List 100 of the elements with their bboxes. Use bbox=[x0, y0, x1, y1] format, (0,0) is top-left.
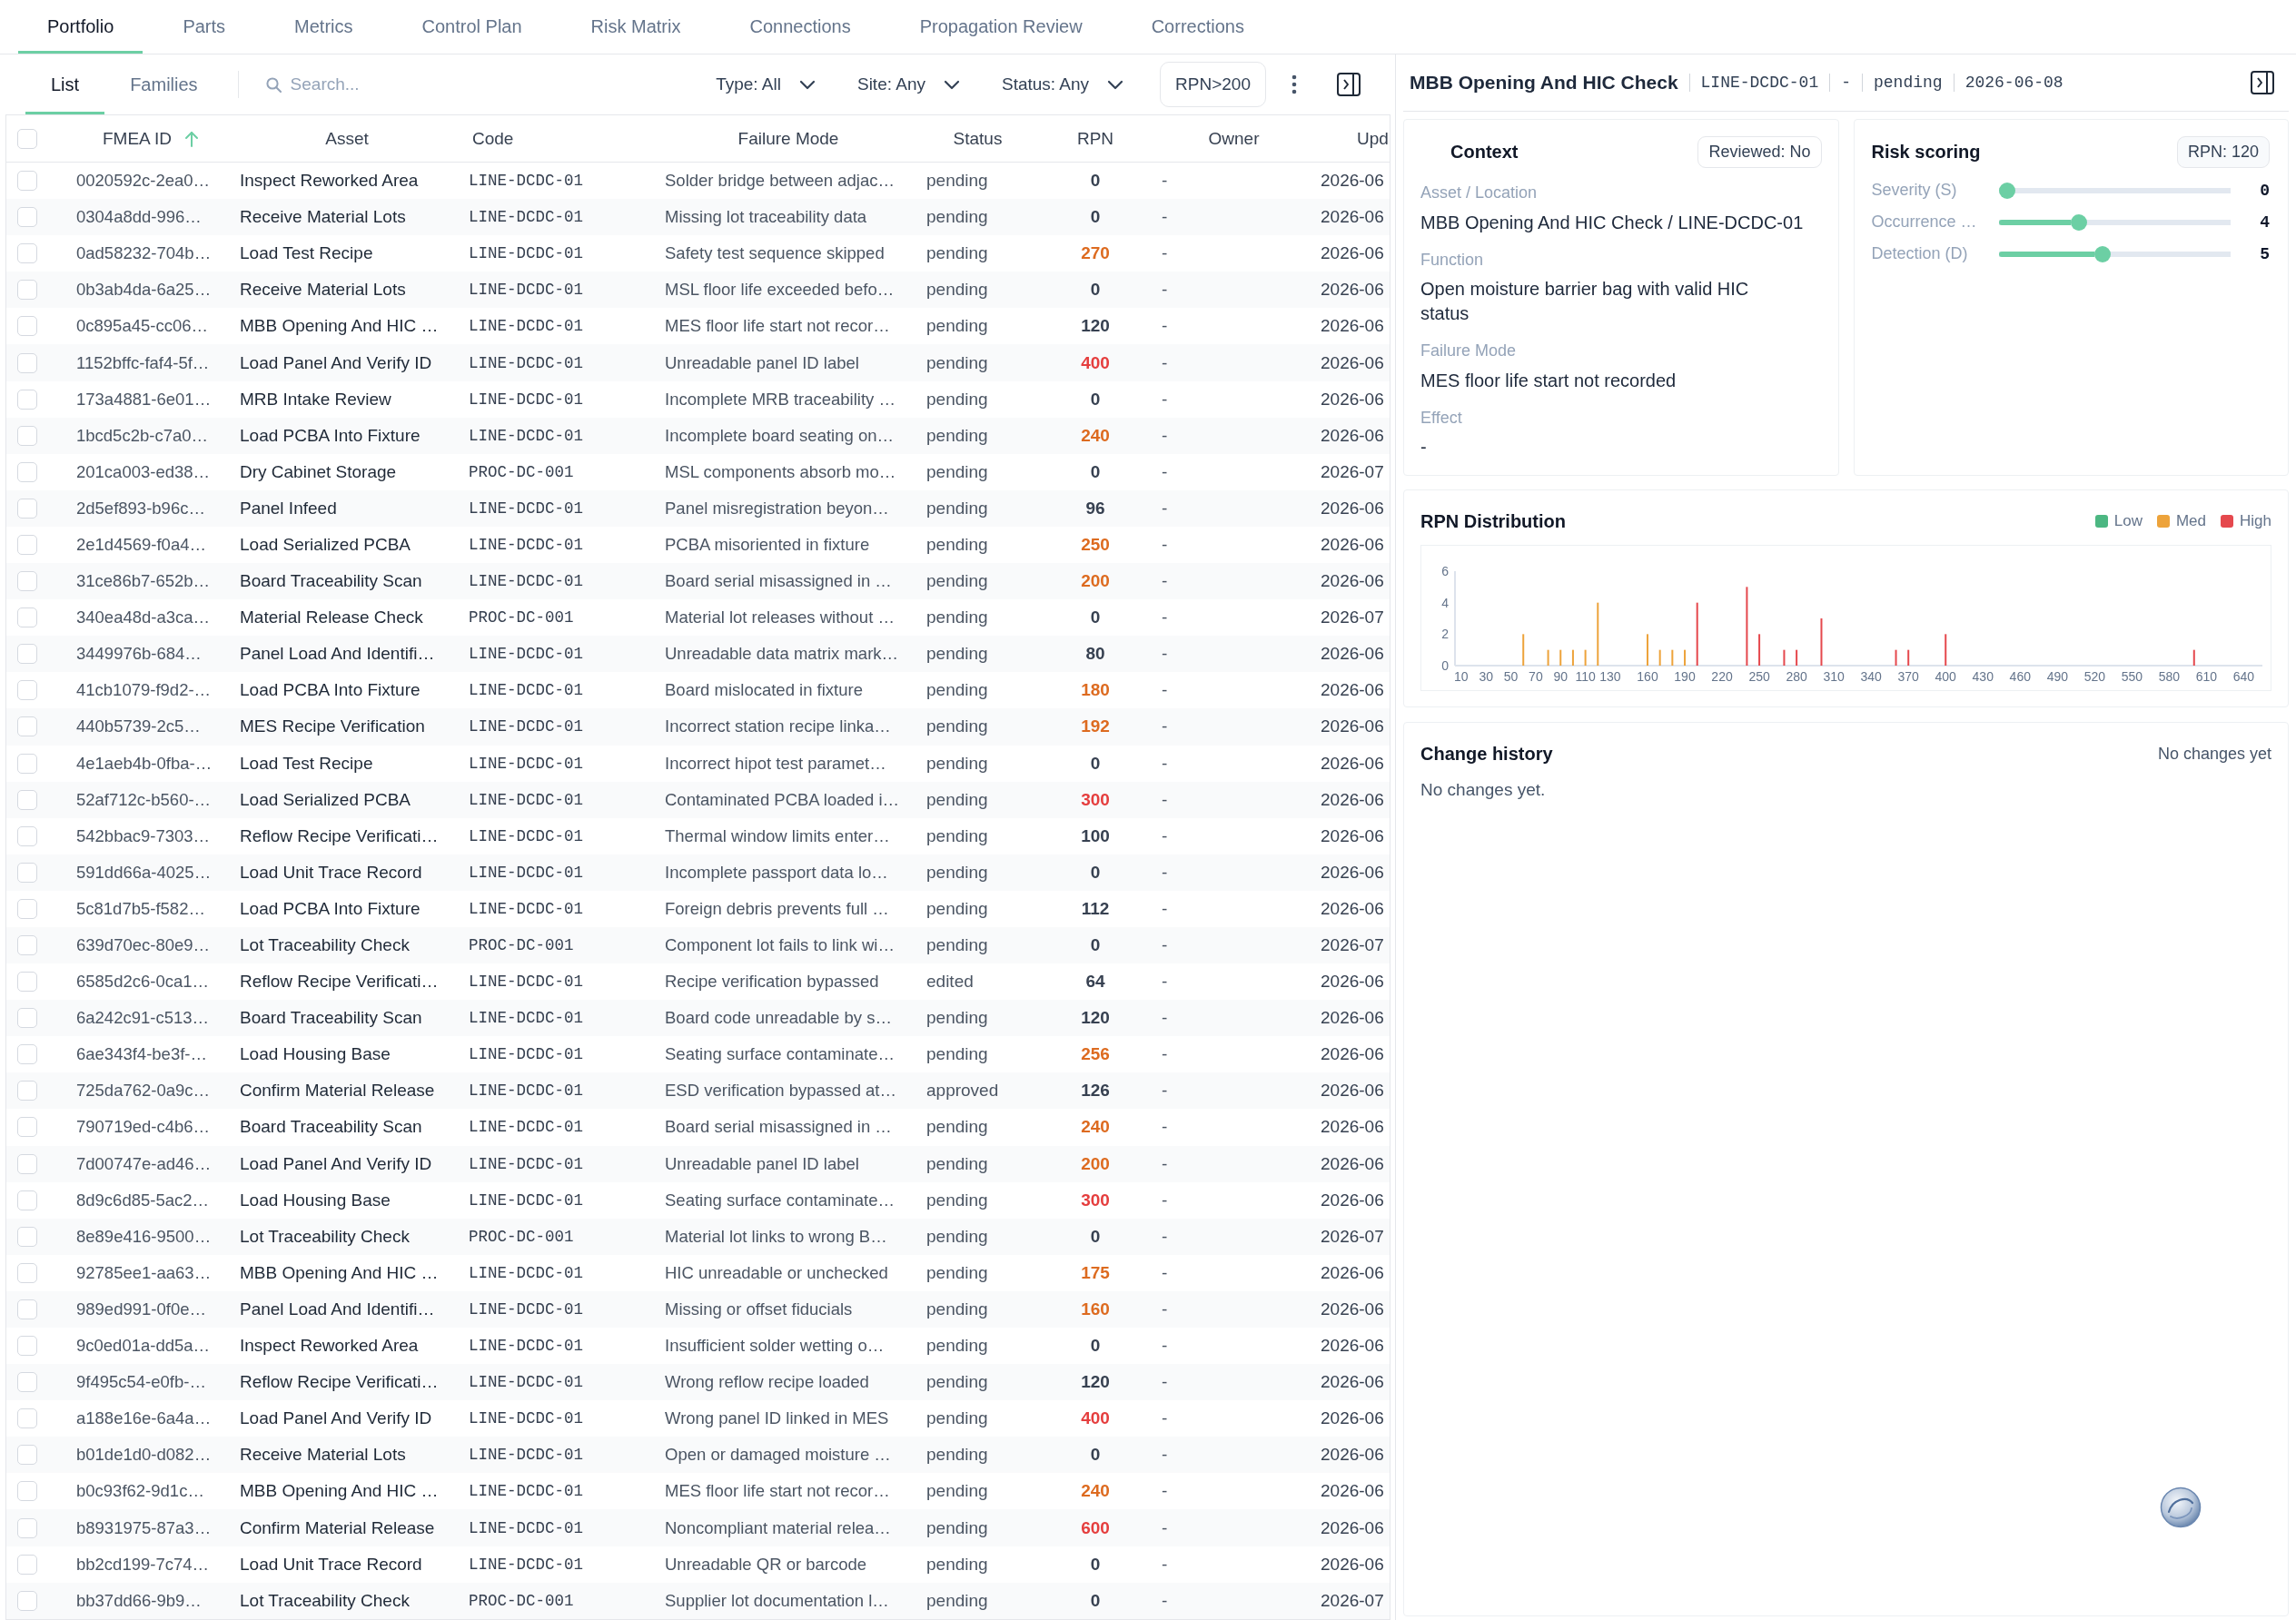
nav-tab[interactable]: Metrics bbox=[265, 0, 382, 54]
row-checkbox[interactable] bbox=[17, 461, 37, 482]
row-checkbox[interactable] bbox=[17, 207, 37, 228]
row-checkbox[interactable] bbox=[17, 972, 37, 993]
table-row[interactable]: b8931975-87a3… Confirm Material Release LINE-DCDC-01 Noncompliant material relea… pending 600 - 2026-06 bbox=[6, 1509, 1390, 1546]
row-checkbox[interactable] bbox=[17, 608, 37, 628]
table-row[interactable]: 0c895a45-cc06… MBB Opening And HIC … LINE-DCDC-01 MES floor life start not recor… pending 120 - 2026-06 bbox=[6, 308, 1390, 345]
row-checkbox[interactable] bbox=[17, 1044, 37, 1065]
table-row[interactable]: 4e1aeb4b-0fba-… Load Test Recipe LINE-DCDC-01 Incorrect hipot test paramet… pending 0 - 2026-06 bbox=[6, 745, 1390, 782]
column-header[interactable]: Upd bbox=[1357, 128, 1389, 149]
row-checkbox[interactable] bbox=[17, 1408, 37, 1429]
row-checkbox[interactable] bbox=[17, 898, 37, 919]
panel-toggle-icon[interactable] bbox=[2251, 71, 2274, 94]
table-row[interactable]: 0ad58232-704b… Load Test Recipe LINE-DCDC-01 Safety test sequence skipped pending 270 - 2026-06 bbox=[6, 235, 1390, 272]
row-checkbox[interactable] bbox=[17, 1008, 37, 1029]
row-checkbox[interactable] bbox=[17, 1590, 37, 1611]
nav-tab[interactable]: Risk Matrix bbox=[561, 0, 710, 54]
table-row[interactable]: 1152bffc-faf4-5f… Load Panel And Verify ID LINE-DCDC-01 Unreadable panel ID label pending 400 - 2026-06 bbox=[6, 344, 1390, 381]
row-checkbox[interactable] bbox=[17, 1481, 37, 1502]
table-row[interactable]: 41cb1079-f9d2-… Load PCBA Into Fixture LINE-DCDC-01 Board mislocated in fixture pending 180 - 2026-06 bbox=[6, 672, 1390, 709]
row-checkbox[interactable] bbox=[17, 753, 37, 774]
table-row[interactable]: b01de1d0-d082… Receive Material Lots LINE-DCDC-01 Open or damaged moisture … pending 0 - 2026-06 bbox=[6, 1437, 1390, 1474]
row-checkbox[interactable] bbox=[17, 571, 37, 592]
column-header[interactable]: Code bbox=[472, 128, 514, 149]
row-checkbox[interactable] bbox=[17, 644, 37, 665]
table-row[interactable]: 7d00747e-ad46… Load Panel And Verify ID LINE-DCDC-01 Unreadable panel ID label pending 200 - 2026-06 bbox=[6, 1145, 1390, 1182]
row-checkbox[interactable] bbox=[17, 280, 37, 301]
nav-tab[interactable]: Propagation Review bbox=[890, 0, 1112, 54]
row-checkbox[interactable] bbox=[17, 352, 37, 373]
nav-tab[interactable]: Connections bbox=[720, 0, 880, 54]
filter-dropdown[interactable]: Site: Any bbox=[851, 67, 965, 102]
more-options-icon[interactable] bbox=[1292, 74, 1297, 94]
row-checkbox[interactable] bbox=[17, 316, 37, 337]
row-checkbox[interactable] bbox=[17, 680, 37, 701]
table-row[interactable]: 790719ed-c4b6… Board Traceability Scan LINE-DCDC-01 Board serial misassigned in … pending 240 - 2026-06 bbox=[6, 1109, 1390, 1146]
table-row[interactable]: 201ca003-ed38… Dry Cabinet Storage PROC-DC-001 MSL components absorb mo… pending 0 - 2026-07 bbox=[6, 453, 1390, 490]
row-checkbox[interactable] bbox=[17, 1262, 37, 1283]
table-row[interactable]: 989ed991-0f0e… Panel Load And Identifi… LINE-DCDC-01 Missing or offset fiducials pending 160 - 2026-06 bbox=[6, 1290, 1390, 1328]
table-row[interactable]: 340ea48d-a3ca… Material Release Check PROC-DC-001 Material lot releases without … pending 0 - 2026-07 bbox=[6, 599, 1390, 637]
row-checkbox[interactable] bbox=[17, 1081, 37, 1101]
nav-tab[interactable]: Parts bbox=[153, 0, 255, 54]
table-row[interactable]: 31ce86b7-652b… Board Traceability Scan LINE-DCDC-01 Board serial misassigned in … pending 200 - 2026-06 bbox=[6, 563, 1390, 600]
table-row[interactable]: 6ae343f4-be3f-… Load Housing Base LINE-DCDC-01 Seating surface contaminate… pending 256 - 2026-06 bbox=[6, 1036, 1390, 1073]
column-header[interactable]: Owner bbox=[1208, 128, 1260, 149]
row-checkbox[interactable] bbox=[17, 535, 37, 555]
filter-dropdown[interactable]: Status: Any bbox=[995, 67, 1130, 102]
table-row[interactable]: 0b3ab4da-6a25… Receive Material Lots LINE-DCDC-01 MSL floor life exceeded befo… pending 0 - 2026-06 bbox=[6, 272, 1390, 309]
row-checkbox[interactable] bbox=[17, 1517, 37, 1538]
row-checkbox[interactable] bbox=[17, 1299, 37, 1319]
rpn-filter-button[interactable]: RPN>200 bbox=[1160, 62, 1266, 107]
table-row[interactable]: 591dd66a-4025… Load Unit Trace Record LINE-DCDC-01 Incomplete passport data lo… pending 0 - 2026-06 bbox=[6, 854, 1390, 891]
table-row[interactable]: 0304a8dd-996… Receive Material Lots LINE-DCDC-01 Missing lot traceability data pending 0 - 2026-06 bbox=[6, 199, 1390, 236]
search-field[interactable]: Search... bbox=[290, 71, 636, 98]
row-checkbox[interactable] bbox=[17, 243, 37, 264]
sphere-icon[interactable] bbox=[2160, 1487, 2202, 1528]
table-row[interactable]: 2e1d4569-f0a4… Load Serialized PCBA LINE-DCDC-01 PCBA misoriented in fixture pending 250 - 2026-06 bbox=[6, 526, 1390, 564]
view-tab[interactable]: List bbox=[25, 54, 105, 114]
table-row[interactable]: 1bcd5c2b-c7a0… Load PCBA Into Fixture LINE-DCDC-01 Incomplete board seating on… pending 240 - 2026-06 bbox=[6, 417, 1390, 454]
row-checkbox[interactable] bbox=[17, 1554, 37, 1575]
filter-dropdown[interactable]: Type: All bbox=[710, 67, 821, 102]
row-checkbox[interactable] bbox=[17, 1117, 37, 1138]
table-row[interactable]: 6585d2c6-0ca1… Reflow Recipe Verificati… LINE-DCDC-01 Recipe verification bypassed edited 64 - 2026-06 bbox=[6, 963, 1390, 1001]
column-header[interactable]: Failure Mode bbox=[737, 128, 839, 149]
nav-tab[interactable]: Control Plan bbox=[392, 0, 551, 54]
slider-thumb[interactable] bbox=[2093, 245, 2111, 262]
table-row[interactable]: 173a4881-6e01… MRB Intake Review LINE-DCDC-01 Incomplete MRB traceability … pending 0 - 2026-06 bbox=[6, 380, 1390, 418]
row-checkbox[interactable] bbox=[17, 1445, 37, 1466]
table-row[interactable]: 5c81d7b5-f582… Load PCBA Into Fixture LINE-DCDC-01 Foreign debris prevents full … pending 112 - 2026-06 bbox=[6, 890, 1390, 927]
table-row[interactable]: 0020592c-2ea0… Inspect Reworked Area LINE-DCDC-01 Solder bridge between adjac… pending 0 - 2026-06 bbox=[6, 163, 1390, 200]
table-row[interactable]: 3449976b-684… Panel Load And Identifi… LINE-DCDC-01 Unreadable data matrix mark… pending 80 - 2026-06 bbox=[6, 636, 1390, 673]
column-header[interactable]: Asset bbox=[325, 128, 369, 149]
view-tab[interactable]: Families bbox=[104, 54, 223, 114]
column-header[interactable]: FMEA ID bbox=[103, 128, 199, 149]
table-row[interactable]: 639d70ec-80e9… Lot Traceability Check PROC-DC-001 Component lot fails to link wi… pending 0 - 2026-07 bbox=[6, 926, 1390, 964]
row-checkbox[interactable] bbox=[17, 1372, 37, 1393]
row-checkbox[interactable] bbox=[17, 389, 37, 410]
table-row[interactable]: 9c0ed01a-dd5a… Inspect Reworked Area LINE-DCDC-01 Insufficient solder wetting o… pending 0 - 2026-06 bbox=[6, 1328, 1390, 1365]
table-row[interactable]: 440b5739-2c5… MES Recipe Verification LINE-DCDC-01 Incorrect station recipe linka… pending 192 - 2026-06 bbox=[6, 708, 1390, 746]
row-checkbox[interactable] bbox=[17, 935, 37, 955]
table-row[interactable]: 8d9c6d85-5ac2… Load Housing Base LINE-DCDC-01 Seating surface contaminate… pending 300 - 2026-06 bbox=[6, 1181, 1390, 1219]
table-row[interactable]: 6a242c91-c513… Board Traceability Scan LINE-DCDC-01 Board code unreadable by s… pending 120 - 2026-06 bbox=[6, 1000, 1390, 1037]
row-checkbox[interactable] bbox=[17, 171, 37, 192]
row-checkbox[interactable] bbox=[17, 1190, 37, 1210]
row-checkbox[interactable] bbox=[17, 789, 37, 810]
table-row[interactable]: 2d5ef893-b96c… Panel Infeed LINE-DCDC-01 Panel misregistration beyon… pending 96 - 2026-06 bbox=[6, 489, 1390, 527]
slider-thumb[interactable] bbox=[2070, 213, 2087, 231]
nav-tab[interactable]: Corrections bbox=[1122, 0, 1273, 54]
table-row[interactable]: 542bbac9-7303… Reflow Recipe Verificati… LINE-DCDC-01 Thermal window limits enter… pending 100 - 2026-06 bbox=[6, 817, 1390, 854]
row-checkbox[interactable] bbox=[17, 1226, 37, 1247]
table-row[interactable]: 92785ee1-aa63… MBB Opening And HIC … LINE-DCDC-01 HIC unreadable or unchecked pending 175 - 2026-06 bbox=[6, 1254, 1390, 1291]
table-row[interactable]: 9f495c54-e0fb-… Reflow Recipe Verificati… LINE-DCDC-01 Wrong reflow recipe loaded pending 120 - 2026-06 bbox=[6, 1364, 1390, 1401]
column-header[interactable]: RPN bbox=[1076, 128, 1114, 149]
row-checkbox[interactable] bbox=[17, 716, 37, 737]
table-row[interactable]: b0c93f62-9d1c… MBB Opening And HIC … LINE-DCDC-01 MES floor life start not recor… pending 240 - 2026-06 bbox=[6, 1473, 1390, 1510]
slider-thumb[interactable] bbox=[1998, 182, 2015, 199]
row-checkbox[interactable] bbox=[17, 862, 37, 883]
panel-toggle-icon[interactable] bbox=[1337, 73, 1361, 96]
row-checkbox[interactable] bbox=[17, 498, 37, 519]
row-checkbox[interactable] bbox=[17, 825, 37, 846]
table-row[interactable]: bb2cd199-7c74… Load Unit Trace Record LINE-DCDC-01 Unreadable QR or barcode pending 0 - 2026-06 bbox=[6, 1546, 1390, 1583]
